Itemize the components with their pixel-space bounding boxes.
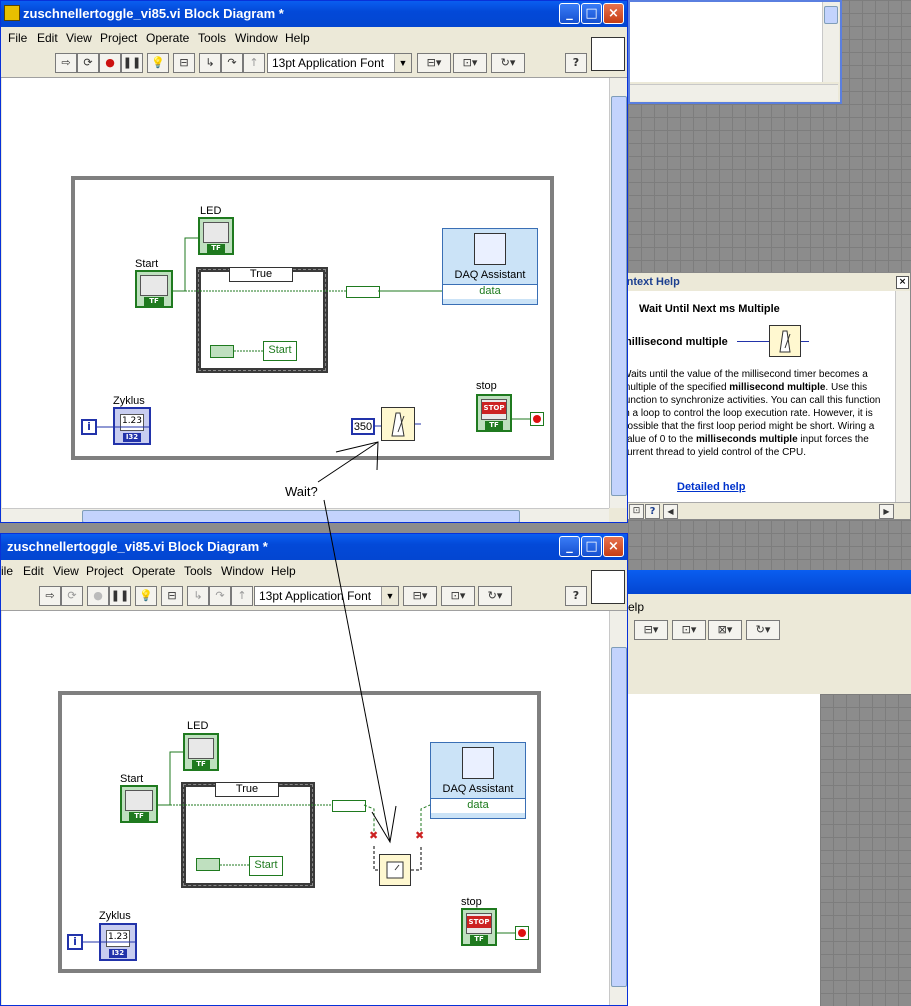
- annotation-arrows: [317, 441, 397, 844]
